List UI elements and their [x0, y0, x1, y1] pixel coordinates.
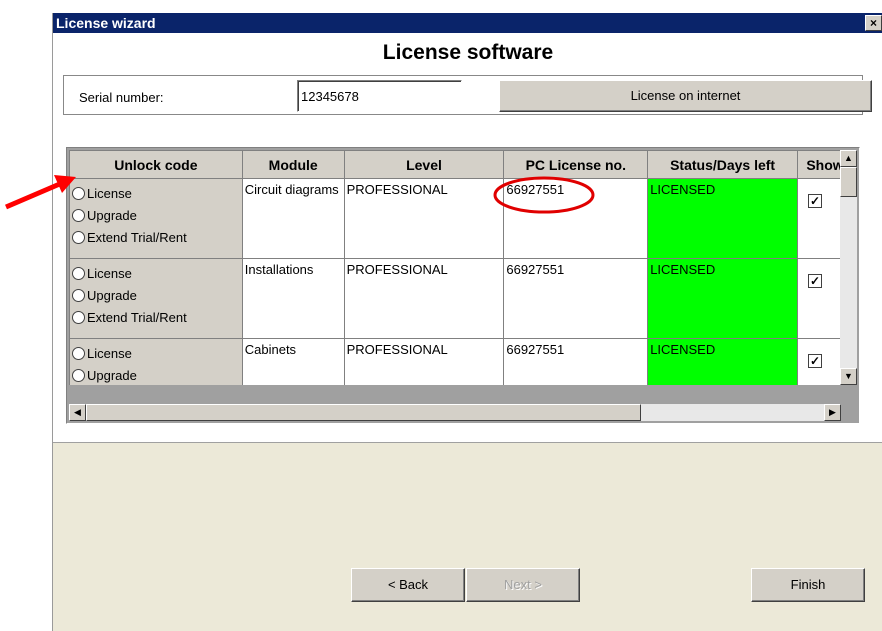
radio-label: Extend Trial/Rent [87, 229, 187, 245]
show-checkbox[interactable]: ✓ [808, 194, 822, 208]
license-on-internet-button[interactable]: License on internet [499, 80, 872, 112]
radio-license[interactable]: License [72, 182, 240, 204]
license-grid: Unlock code Module Level PC License no. … [66, 147, 860, 424]
page-title: License software [382, 41, 554, 64]
radio-icon[interactable] [72, 346, 85, 360]
horizontal-scrollbar[interactable]: ◀ ▶ [69, 404, 841, 421]
col-header-status[interactable]: Status/Days left [647, 150, 798, 179]
highlight-circle-annotation [493, 176, 595, 214]
show-checkbox[interactable]: ✓ [808, 274, 822, 288]
radio-label: License [87, 265, 132, 281]
radio-license[interactable]: License [72, 342, 240, 364]
vertical-scrollbar[interactable]: ▲ ▼ [840, 150, 857, 385]
col-header-level[interactable]: Level [343, 150, 505, 179]
unlock-code-cell: License Upgrade Extend Trial/Rent [69, 258, 243, 339]
radio-extend-trial[interactable]: Extend Trial/Rent [72, 306, 240, 328]
radio-label: License [87, 345, 132, 361]
status-cell: LICENSED [647, 338, 798, 385]
radio-icon[interactable] [72, 288, 85, 302]
radio-extend-trial[interactable]: Extend Trial/Rent [72, 226, 240, 248]
license-grid-viewport: Unlock code Module Level PC License no. … [69, 150, 853, 385]
table-row: License Upgrade Cabinets PROFESSIONAL 66… [69, 338, 853, 385]
next-button[interactable]: Next > [466, 568, 580, 602]
radio-label: Upgrade [87, 287, 137, 303]
license-table: Unlock code Module Level PC License no. … [69, 150, 853, 385]
back-button[interactable]: < Back [351, 568, 465, 602]
vertical-scroll-thumb[interactable] [840, 167, 857, 197]
horizontal-scroll-thumb[interactable] [86, 404, 641, 421]
close-icon[interactable]: × [865, 15, 882, 31]
scroll-down-icon[interactable]: ▼ [840, 368, 857, 385]
col-header-pc-license[interactable]: PC License no. [503, 150, 649, 179]
table-header-row: Unlock code Module Level PC License no. … [69, 150, 853, 179]
radio-label: Upgrade [87, 367, 137, 383]
radio-icon[interactable] [72, 266, 85, 280]
scroll-up-icon[interactable]: ▲ [840, 150, 857, 167]
level-cell: PROFESSIONAL [343, 258, 505, 339]
level-cell: PROFESSIONAL [343, 338, 505, 385]
pc-license-cell: 66927551 [503, 258, 649, 339]
radio-icon[interactable] [72, 230, 85, 244]
table-row: License Upgrade Extend Trial/Rent Circui… [69, 178, 853, 259]
finish-button[interactable]: Finish [751, 568, 865, 602]
serial-number-label: Serial number: [79, 90, 164, 105]
radio-label: Extend Trial/Rent [87, 309, 187, 325]
unlock-code-cell: License Upgrade Extend Trial/Rent [69, 178, 243, 259]
show-checkbox[interactable]: ✓ [808, 354, 822, 368]
radio-upgrade[interactable]: Upgrade [72, 204, 240, 226]
radio-label: License [87, 185, 132, 201]
license-wizard-window: License wizard × License software Serial… [52, 13, 882, 631]
radio-upgrade[interactable]: Upgrade [72, 284, 240, 306]
window-title: License wizard [56, 15, 156, 31]
col-header-module[interactable]: Module [241, 150, 345, 179]
serial-number-input[interactable] [297, 80, 462, 112]
highlight-ellipse [493, 176, 595, 214]
level-cell: PROFESSIONAL [343, 178, 505, 259]
unlock-code-cell: License Upgrade [69, 338, 243, 385]
pc-license-cell: 66927551 [503, 338, 649, 385]
scroll-right-icon[interactable]: ▶ [824, 404, 841, 421]
radio-icon[interactable] [72, 368, 85, 382]
status-cell: LICENSED [647, 178, 798, 259]
status-cell: LICENSED [647, 258, 798, 339]
red-arrow-annotation [5, 175, 76, 210]
serial-number-group: Serial number: License on internet [63, 75, 872, 115]
scroll-left-icon[interactable]: ◀ [69, 404, 86, 421]
module-cell: Installations [241, 258, 345, 339]
radio-label: Upgrade [87, 207, 137, 223]
radio-license[interactable]: License [72, 262, 240, 284]
radio-upgrade[interactable]: Upgrade [72, 364, 240, 385]
radio-icon[interactable] [72, 310, 85, 324]
arrow-shaft [5, 180, 63, 210]
table-row: License Upgrade Extend Trial/Rent Instal… [69, 258, 853, 339]
module-cell: Circuit diagrams [241, 178, 345, 259]
title-bar: License wizard × [53, 13, 882, 33]
col-header-unlock-code[interactable]: Unlock code [69, 150, 243, 179]
module-cell: Cabinets [241, 338, 345, 385]
